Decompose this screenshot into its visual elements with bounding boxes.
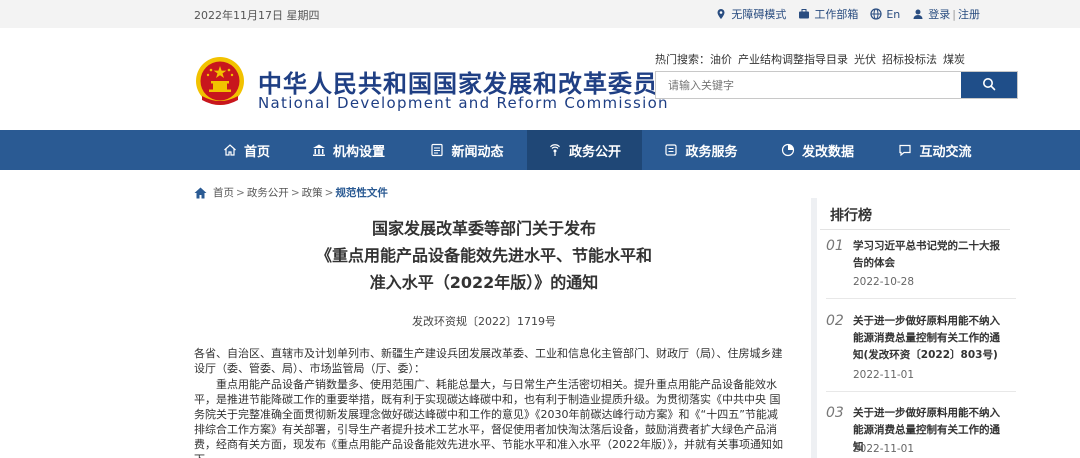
- hot-search-label: 热门搜索：: [655, 53, 710, 66]
- home-icon: [223, 143, 237, 157]
- broadcast-icon: [548, 143, 562, 157]
- nav-item-organization[interactable]: 机构设置: [290, 130, 407, 170]
- site-header: 中华人民共和国国家发展和改革委员会 National Development a…: [0, 28, 1080, 130]
- globe-icon: [870, 8, 882, 20]
- breadcrumb-separator: >: [290, 186, 300, 199]
- breadcrumb-link[interactable]: 首页: [213, 185, 234, 200]
- breadcrumb-link[interactable]: 政策: [302, 185, 323, 200]
- article-title-line: 准入水平（2022年版）》的通知: [369, 273, 599, 292]
- ranking-divider: [826, 298, 1016, 299]
- hot-search-item[interactable]: 光伏: [854, 53, 876, 66]
- work-dept-link[interactable]: 工作部箱: [798, 6, 858, 22]
- english-link[interactable]: En: [870, 8, 900, 21]
- hot-search-item[interactable]: 招标投标法: [882, 53, 937, 66]
- link-separator: |: [952, 7, 956, 21]
- article-paragraph: 各省、自治区、直辖市及计划单列市、新疆生产建设兵团发展改革委、工业和信息化主管部…: [194, 347, 783, 375]
- sidebar-accent: [811, 198, 817, 458]
- hot-search-item[interactable]: 煤炭: [943, 53, 965, 66]
- breadcrumb-link[interactable]: 政务公开: [247, 185, 289, 200]
- data-icon: [781, 143, 795, 157]
- search-box: [655, 71, 1018, 99]
- hot-search-item[interactable]: 产业结构调整指导目录: [738, 53, 848, 66]
- document-number: 发改环资规〔2022〕1719号: [412, 315, 556, 328]
- ranking-divider: [820, 229, 1010, 230]
- hot-search: 热门搜索：油价 产业结构调整指导目录 光伏 招标投标法 煤炭: [655, 51, 965, 67]
- breadcrumb-current[interactable]: 规范性文件: [335, 185, 388, 200]
- user-icon: [912, 8, 924, 20]
- ranking-divider: [826, 391, 1016, 392]
- ranking-item-title[interactable]: 学习习近平总书记党的二十大报告的体会: [853, 238, 1010, 272]
- ranking-title: 排行榜: [830, 208, 872, 224]
- breadcrumb: 首页 > 政务公开 > 政策 > 规范性文件: [194, 185, 388, 200]
- ranking-item-date: 2022-11-01: [853, 443, 915, 455]
- service-icon: [664, 143, 678, 157]
- briefcase-icon: [798, 8, 810, 20]
- register-link[interactable]: 注册: [958, 6, 980, 22]
- article-title-line: 《重点用能产品设备能效先进水平、节能水平和: [315, 246, 652, 265]
- ranking-item[interactable]: 01 学习习近平总书记党的二十大报告的体会 2022-10-28: [826, 238, 1016, 299]
- national-emblem-logo: [194, 56, 246, 110]
- accessibility-link[interactable]: 无障碍模式: [715, 6, 786, 22]
- location-pin-icon: [715, 8, 727, 20]
- nav-item-interaction[interactable]: 互动交流: [875, 130, 995, 170]
- nav-item-gov-affairs[interactable]: 政务公开: [527, 130, 642, 170]
- top-links: 无障碍模式 工作部箱 En 登录 | 注册: [703, 6, 980, 22]
- nav-item-news[interactable]: 新闻动态: [407, 130, 527, 170]
- site-title-en: National Development and Reform Commissi…: [258, 94, 669, 112]
- nav-item-home[interactable]: 首页: [203, 130, 290, 170]
- search-button[interactable]: [961, 72, 1017, 98]
- ranking-number: 01: [826, 238, 844, 254]
- ranking-number: 02: [826, 313, 844, 329]
- nav-item-data[interactable]: 发改数据: [760, 130, 875, 170]
- main-nav: 首页 机构设置 新闻动态 政务公开 政务服务 发改数据 互动交流: [0, 130, 1080, 170]
- breadcrumb-home-icon: [194, 187, 207, 199]
- top-bar: 2022年11月17日 星期四 无障碍模式 工作部箱 En 登录 | 注册: [0, 0, 1080, 28]
- article-paragraph: 重点用能产品设备产销数量多、使用范围广、耗能总量大，与日常生产生活密切相关。提升…: [194, 378, 783, 458]
- ranking-item[interactable]: 03 关于进一步做好原料用能不纳入能源消费总量控制有关工作的通知 2022-11…: [826, 405, 1016, 458]
- login-link[interactable]: 登录: [912, 6, 950, 22]
- breadcrumb-separator: >: [324, 186, 334, 199]
- search-icon: [982, 76, 996, 95]
- building-icon: [312, 143, 326, 157]
- news-icon: [430, 143, 444, 157]
- nav-item-gov-service[interactable]: 政务服务: [642, 130, 760, 170]
- hot-search-item[interactable]: 油价: [710, 53, 732, 66]
- ranking-item[interactable]: 02 关于进一步做好原料用能不纳入能源消费总量控制有关工作的通知(发改环资〔20…: [826, 313, 1016, 393]
- article-title-line: 国家发展改革委等部门关于发布: [371, 219, 596, 238]
- current-date: 2022年11月17日 星期四: [194, 9, 320, 22]
- breadcrumb-separator: >: [236, 186, 245, 199]
- ranking-number: 03: [826, 405, 844, 421]
- ranking-item-date: 2022-11-01: [853, 369, 915, 381]
- chat-icon: [898, 143, 912, 157]
- ranking-item-date: 2022-10-28: [853, 276, 915, 288]
- ranking-item-title[interactable]: 关于进一步做好原料用能不纳入能源消费总量控制有关工作的通知(发改环资〔2022〕…: [853, 313, 1010, 364]
- search-input[interactable]: [656, 72, 961, 98]
